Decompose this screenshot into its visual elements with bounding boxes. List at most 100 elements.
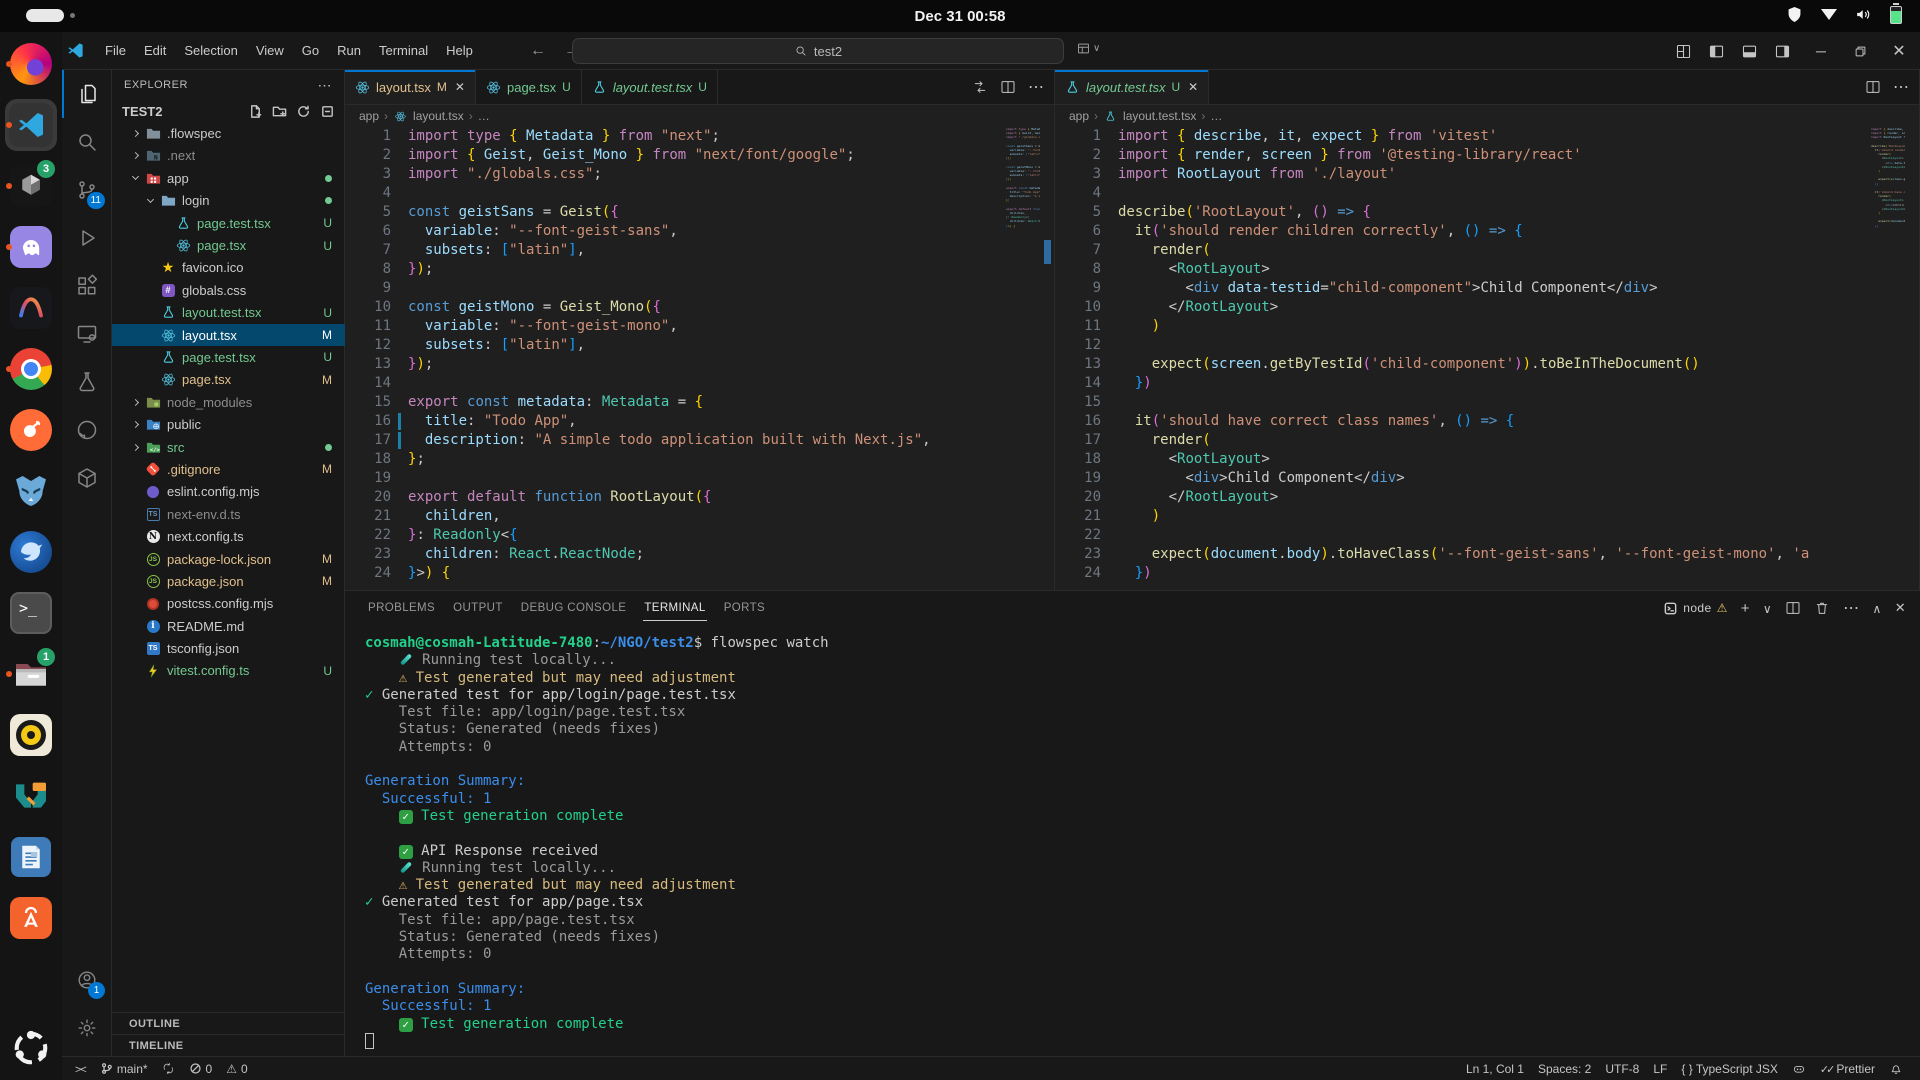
more-icon[interactable]: ⋯ <box>1028 77 1044 97</box>
activity-testing[interactable] <box>62 358 112 406</box>
tree-item-favicon.ico[interactable]: ★favicon.ico <box>112 257 345 279</box>
network-icon[interactable] <box>1821 9 1837 20</box>
minimap[interactable]: import type { Metadata } from "next";imp… <box>1006 127 1040 228</box>
tree-item-src[interactable]: </>src <box>112 436 345 458</box>
status-bell[interactable] <box>1882 1057 1910 1080</box>
tab-page.tsx[interactable]: page.tsxU <box>476 70 582 104</box>
more-icon[interactable]: ⋯ <box>1843 598 1859 618</box>
panel-tab-problems[interactable]: PROBLEMS <box>359 591 444 625</box>
tree-item-node_modules[interactable]: node_modules <box>112 391 345 413</box>
dock-item-zen-browser[interactable] <box>5 465 57 517</box>
tree-item-README.md[interactable]: iREADME.md <box>112 615 345 637</box>
menu-run[interactable]: Run <box>328 39 370 62</box>
plus-icon[interactable]: + <box>1741 600 1750 617</box>
dock-item-terminal[interactable]: >_ <box>5 587 57 639</box>
menu-go[interactable]: Go <box>293 39 328 62</box>
volume-icon[interactable] <box>1854 5 1873 24</box>
shield-icon[interactable] <box>1785 5 1804 24</box>
panel-left-icon[interactable] <box>1703 38 1729 64</box>
panel-tab-terminal[interactable]: TERMINAL <box>635 591 714 625</box>
tree-item-package-lock.json[interactable]: JSpackage-lock.jsonM <box>112 548 345 570</box>
close-icon[interactable]: ✕ <box>1895 600 1906 616</box>
dock-item-vscode[interactable] <box>5 99 57 151</box>
split-icon[interactable] <box>1000 79 1016 95</box>
activity-extensions[interactable] <box>62 262 112 310</box>
tab-layout.test.tsx[interactable]: layout.test.tsxU <box>582 70 718 104</box>
editor-layout-dropdown[interactable]: ∨ <box>1076 41 1100 56</box>
minimize-icon[interactable]: ─ <box>1808 38 1834 64</box>
menu-file[interactable]: File <box>96 39 135 62</box>
status-utf-8[interactable]: UTF-8 <box>1598 1057 1646 1080</box>
activity-settings-gear[interactable] <box>62 1004 112 1052</box>
tree-item-layout.tsx[interactable]: layout.tsxM <box>112 324 345 346</box>
activity-files[interactable] <box>62 70 112 118</box>
close-tab-icon[interactable]: ✕ <box>455 80 465 94</box>
dock-item-dev-tool[interactable] <box>5 770 57 822</box>
activity-source-control[interactable]: 11 <box>62 166 112 214</box>
tree-item-tsconfig.json[interactable]: TStsconfig.json <box>112 637 345 659</box>
menu-selection[interactable]: Selection <box>175 39 246 62</box>
views-more-icon[interactable]: ⋯ <box>318 77 333 94</box>
breadcrumb-part[interactable]: layout.tsx <box>413 109 464 123</box>
panel-tab-ports[interactable]: PORTS <box>715 591 774 625</box>
dock-item-arc[interactable] <box>5 282 57 334</box>
system-tray[interactable] <box>1785 5 1902 24</box>
breadcrumb[interactable]: app›layout.tsx›… <box>345 105 1054 127</box>
panel-right-icon[interactable] <box>1769 38 1795 64</box>
tree-item-page.test.tsx[interactable]: page.test.tsxU <box>112 346 345 368</box>
compare-icon[interactable] <box>972 79 988 95</box>
restore-icon[interactable] <box>1847 38 1873 64</box>
close-icon[interactable]: ✕ <box>1886 38 1912 64</box>
dock-item-app-center[interactable] <box>5 892 57 944</box>
chevron-down-icon[interactable]: ∨ <box>1763 601 1772 616</box>
status-remote-indicator[interactable]: >< <box>68 1057 93 1080</box>
back-button[interactable]: ← <box>530 42 546 60</box>
split-icon[interactable] <box>1865 79 1881 95</box>
tab-layout.test.tsx[interactable]: layout.test.tsxU✕ <box>1055 70 1209 104</box>
tree-item-page.tsx[interactable]: page.tsxM <box>112 369 345 391</box>
menu-terminal[interactable]: Terminal <box>370 39 437 62</box>
workspace-indicator[interactable] <box>26 9 75 22</box>
tree-item-vitest.config.ts[interactable]: vitest.config.tsU <box>112 660 345 682</box>
breadcrumb-part[interactable]: app <box>359 109 379 123</box>
tab-layout.tsx[interactable]: layout.tsxM✕ <box>345 70 476 104</box>
tree-item-globals.css[interactable]: #globals.css <box>112 279 345 301</box>
menu-view[interactable]: View <box>247 39 293 62</box>
panel-tab-output[interactable]: OUTPUT <box>444 591 512 625</box>
terminal-output[interactable]: cosmah@cosmah-Latitude-7480:~/NGO/test2$… <box>345 633 1906 1056</box>
dock-item-phantom[interactable] <box>5 221 57 273</box>
status--typescript-jsx[interactable]: { } TypeScript JSX <box>1674 1057 1785 1080</box>
activity-search[interactable] <box>62 118 112 166</box>
dock-item-postman[interactable] <box>5 404 57 456</box>
refresh-icon[interactable] <box>296 104 311 119</box>
tree-item-eslint.config.mjs[interactable]: eslint.config.mjs <box>112 481 345 503</box>
tree-item-.gitignore[interactable]: .gitignoreM <box>112 458 345 480</box>
timeline-section[interactable]: TIMELINE <box>112 1034 345 1056</box>
activity-remote-explorer[interactable] <box>62 310 112 358</box>
terminal-profile[interactable]: node⚠ <box>1663 601 1727 616</box>
status-spaces-2[interactable]: Spaces: 2 <box>1531 1057 1598 1080</box>
tree-item-page.test.tsx[interactable]: page.test.tsxU <box>112 212 345 234</box>
chevron-up-icon[interactable]: ∧ <box>1873 601 1882 616</box>
battery-icon[interactable] <box>1890 6 1902 24</box>
activity-package[interactable] <box>62 454 112 502</box>
tree-item-page.tsx[interactable]: page.tsxU <box>112 234 345 256</box>
close-tab-icon[interactable]: ✕ <box>1188 80 1198 94</box>
tree-item-app[interactable]: app <box>112 167 345 189</box>
tree-item-next-env.d.ts[interactable]: TSnext-env.d.ts <box>112 503 345 525</box>
new-folder-icon[interactable] <box>272 104 287 119</box>
breadcrumb-part[interactable]: … <box>1210 109 1222 123</box>
code-editor[interactable]: 1import { describe, it, expect } from 'v… <box>1055 127 1919 590</box>
tree-item-public[interactable]: public <box>112 413 345 435</box>
outline-section[interactable]: OUTLINE <box>112 1012 345 1034</box>
status-lf[interactable]: LF <box>1646 1057 1674 1080</box>
collapse-all-icon[interactable] <box>320 104 335 119</box>
breadcrumb-part[interactable]: layout.test.tsx <box>1123 109 1196 123</box>
activity-github[interactable] <box>62 406 112 454</box>
code-editor[interactable]: 1import type { Metadata } from "next";2i… <box>345 127 1054 590</box>
activity-account[interactable]: 1 <box>62 956 112 1004</box>
tree-item-.next[interactable]: N.next <box>112 145 345 167</box>
tree-item-package.json[interactable]: JSpackage.jsonM <box>112 570 345 592</box>
status-prettier[interactable]: ✓✓Prettier <box>1813 1057 1882 1080</box>
dock-item-unity[interactable]: 3 <box>5 160 57 212</box>
